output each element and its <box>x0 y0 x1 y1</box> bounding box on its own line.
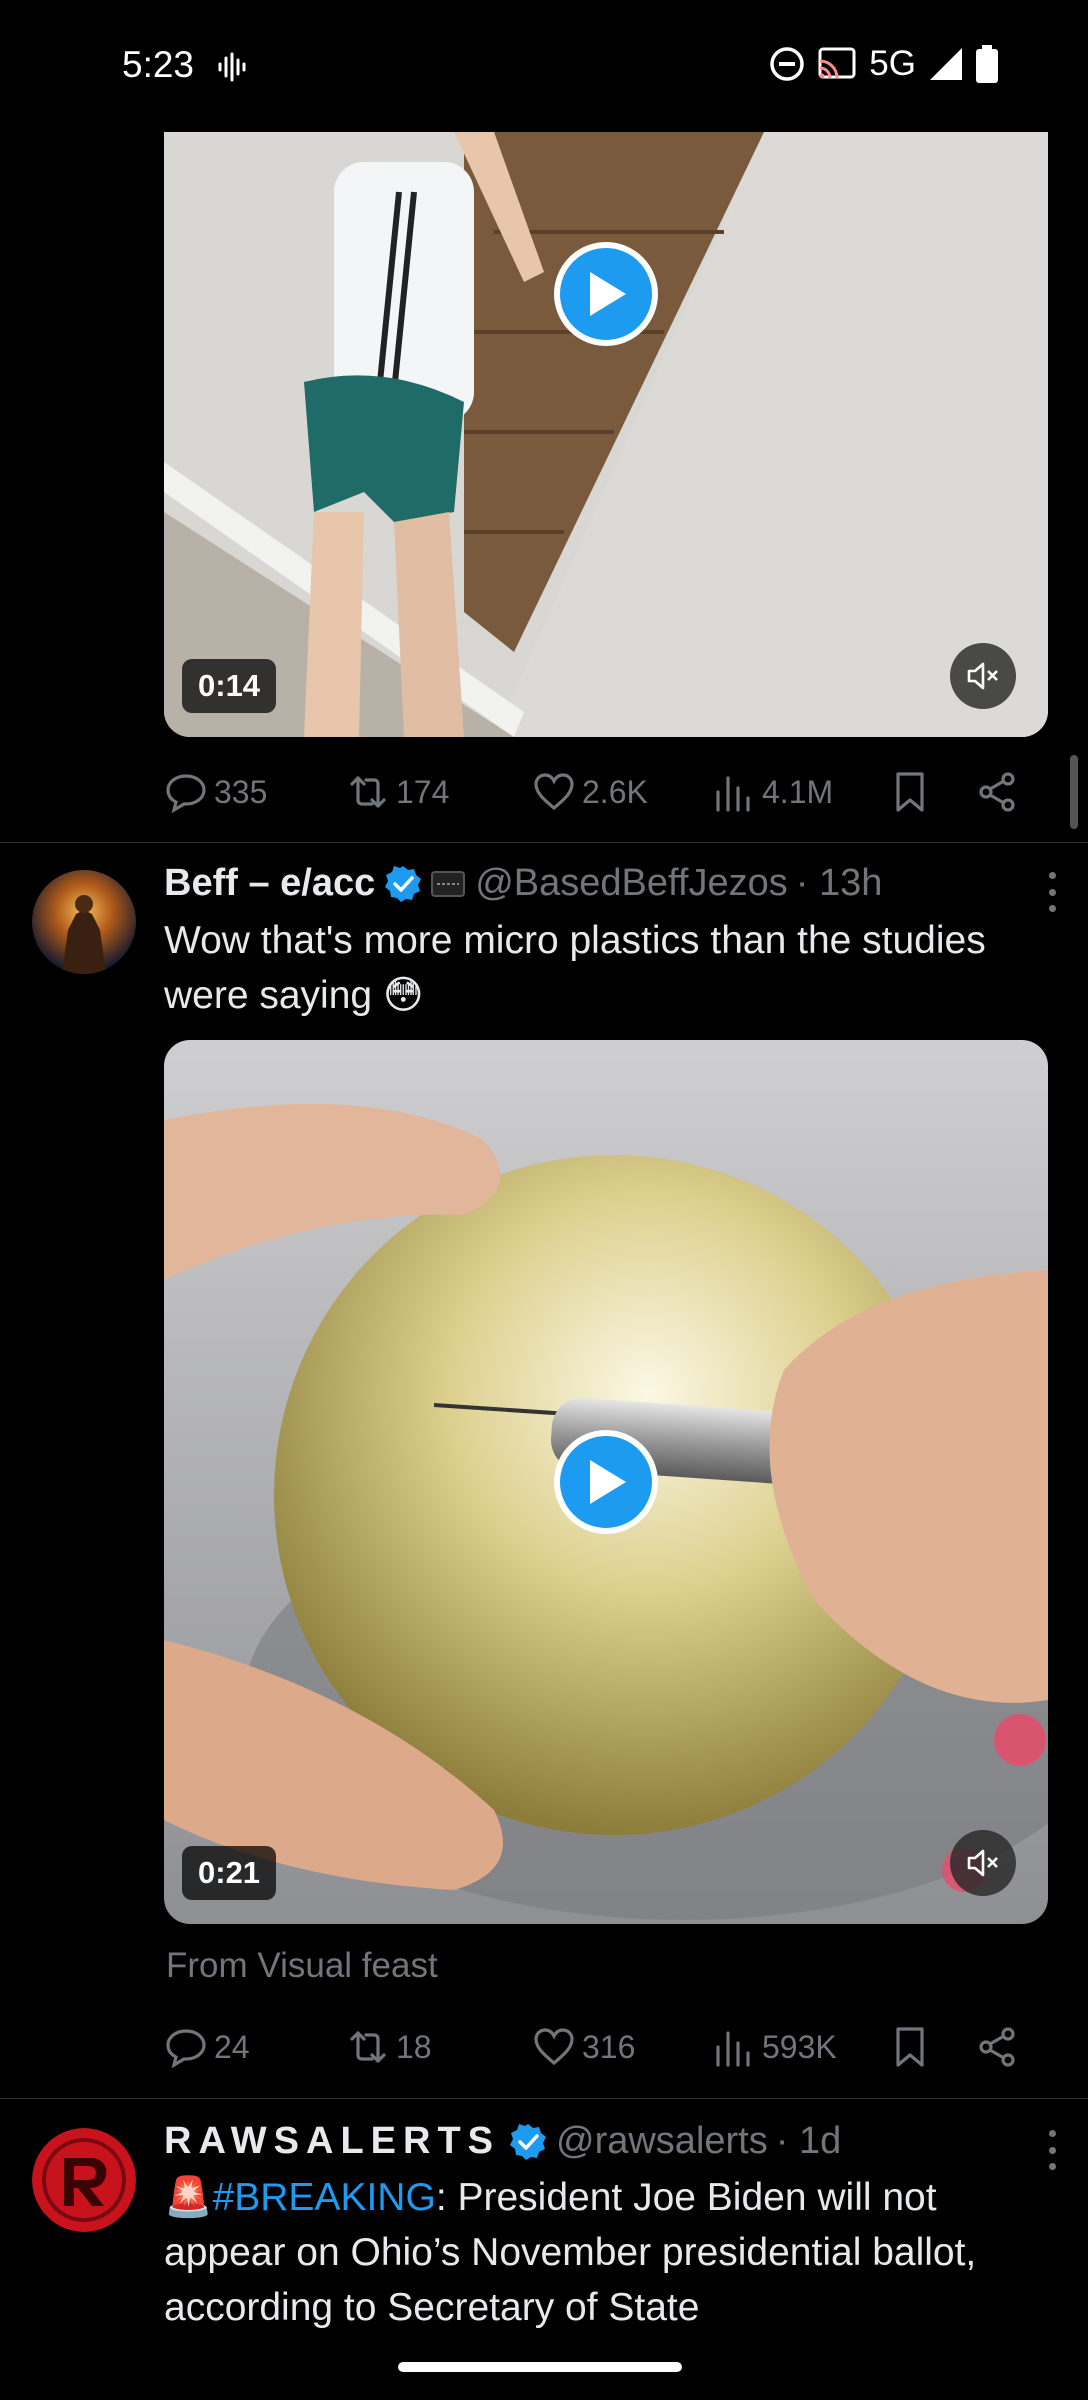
mute-button[interactable] <box>950 643 1016 709</box>
play-icon <box>590 272 626 316</box>
bookmark-button[interactable] <box>888 2017 932 2077</box>
reply-icon <box>166 774 206 814</box>
tweet-actions: 24 18 316 593K <box>164 2017 1034 2077</box>
video-source[interactable]: From Visual feast <box>166 1946 438 1986</box>
sound-wave-icon <box>218 52 246 82</box>
do-not-disturb-icon <box>770 47 805 81</box>
divider <box>0 2098 1088 2099</box>
tweet-text: Wow that's more micro plastics than the … <box>164 919 986 1017</box>
status-icons: 5G <box>769 44 998 84</box>
more-options-icon[interactable] <box>1044 872 1060 912</box>
avatar-image <box>32 870 136 974</box>
avatar[interactable] <box>32 870 136 974</box>
status-time: 5:23 <box>122 44 195 85</box>
heart-icon <box>534 2028 574 2066</box>
bookmark-button[interactable] <box>888 762 932 822</box>
verified-badge-icon <box>510 2123 546 2160</box>
like-button[interactable]: 316 <box>532 2017 635 2077</box>
like-button[interactable]: 2.6K <box>532 762 648 822</box>
affiliate-badge-icon <box>431 870 466 897</box>
repost-button[interactable]: 174 <box>346 762 449 822</box>
tweet-actions: 335 174 2.6K 4.1M <box>164 762 1034 822</box>
tweet-header: RAWSALERTS @rawsalerts · 1d <box>164 2120 841 2163</box>
repost-count: 18 <box>396 2028 432 2065</box>
avatar-image <box>32 2128 136 2232</box>
handle[interactable]: @BasedBeffJezos <box>475 862 788 905</box>
repost-icon <box>350 2031 386 2063</box>
video-thumbnail <box>164 132 1048 737</box>
battery-icon <box>976 45 998 83</box>
hashtag-link[interactable]: #BREAKING <box>213 2176 436 2219</box>
status-bar: 5:23 5G <box>0 0 1088 132</box>
reply-count: 335 <box>214 773 268 810</box>
share-icon <box>979 772 1015 812</box>
handle[interactable]: @rawsalerts <box>556 2120 768 2163</box>
views-button[interactable]: 4.1M <box>712 762 833 822</box>
reply-button[interactable]: 24 <box>164 2017 250 2077</box>
share-icon <box>979 2027 1015 2067</box>
video-duration: 0:21 <box>182 1846 277 1900</box>
cast-icon <box>818 47 856 79</box>
home-indicator[interactable] <box>398 2362 682 2372</box>
avatar[interactable] <box>32 2128 136 2232</box>
display-name[interactable]: RAWSALERTS <box>164 2120 500 2163</box>
tweet-video[interactable]: 0:14 <box>164 132 1048 737</box>
bookmark-icon <box>896 772 924 812</box>
reply-icon <box>166 2029 206 2069</box>
play-icon <box>590 1460 626 1504</box>
views-icon <box>716 2031 750 2067</box>
verified-badge-icon <box>385 865 422 902</box>
divider <box>0 842 1088 843</box>
siren-emoji: 🚨 <box>164 2176 213 2219</box>
scrollbar[interactable] <box>1070 755 1078 829</box>
like-count: 2.6K <box>582 773 648 810</box>
view-count: 4.1M <box>762 773 834 810</box>
views-button[interactable]: 593K <box>712 2017 837 2077</box>
timestamp[interactable]: · 1d <box>776 2120 841 2163</box>
bookmark-icon <box>896 2027 924 2067</box>
play-button[interactable] <box>554 1430 658 1534</box>
reply-count: 24 <box>214 2028 250 2065</box>
more-options-icon[interactable] <box>1044 2130 1060 2170</box>
play-button[interactable] <box>554 242 658 346</box>
display-name[interactable]: Beff – e/acc <box>164 862 375 905</box>
tweet-video[interactable]: 0:21 <box>164 1040 1048 1924</box>
view-count: 593K <box>762 2028 837 2065</box>
share-button[interactable] <box>976 762 1020 822</box>
volume-muted-icon <box>967 662 998 690</box>
heart-icon <box>534 773 574 811</box>
video-duration: 0:14 <box>182 659 277 713</box>
tweet-header: Beff – e/acc @BasedBeffJezos · 13h <box>164 862 882 905</box>
signal-icon <box>930 48 962 80</box>
mute-button[interactable] <box>950 1830 1016 1896</box>
views-icon <box>716 776 750 812</box>
volume-muted-icon <box>967 1849 998 1877</box>
timestamp[interactable]: · 13h <box>796 862 883 905</box>
repost-count: 174 <box>396 773 450 810</box>
share-button[interactable] <box>976 2017 1020 2077</box>
reply-button[interactable]: 335 <box>164 762 267 822</box>
repost-button[interactable]: 18 <box>346 2017 432 2077</box>
like-count: 316 <box>582 2028 636 2065</box>
repost-icon <box>350 776 386 808</box>
network-label: 5G <box>869 44 916 83</box>
tweet-text: 🚨#BREAKING: President Joe Biden will not… <box>164 2170 1044 2335</box>
